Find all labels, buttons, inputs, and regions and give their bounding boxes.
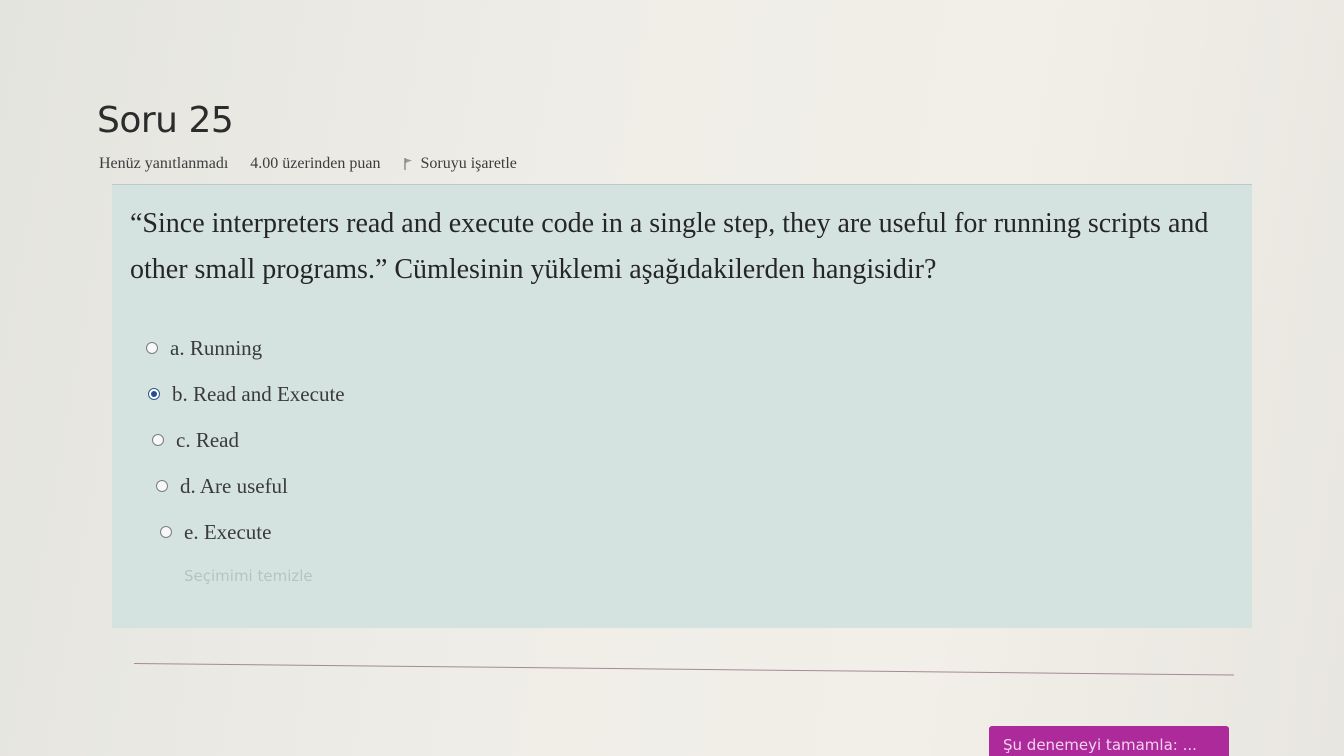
question-state: Henüz yanıtlanmadı (99, 155, 229, 172)
answer-label: e. Execute (184, 519, 272, 544)
answer-option-e[interactable]: e. Execute (160, 509, 345, 555)
answer-option-d[interactable]: d. Are useful (156, 463, 345, 509)
answer-option-a[interactable]: a. Running (146, 325, 345, 371)
radio-button[interactable] (152, 434, 164, 446)
radio-button-selected[interactable] (148, 388, 160, 400)
flag-question-link[interactable]: Soruyu işaretle (404, 155, 517, 173)
radio-button[interactable] (146, 342, 158, 354)
radio-button[interactable] (160, 526, 172, 538)
answer-list: a. Running b. Read and Execute c. Read d… (146, 325, 345, 555)
clear-choice-link[interactable]: Seçimimi temizle (184, 567, 313, 585)
finish-attempt-button[interactable]: Şu denemeyi tamamla: ... (989, 726, 1229, 756)
radio-button[interactable] (156, 480, 168, 492)
question-info: Henüz yanıtlanmadı 4.00 üzerinden puan S… (99, 155, 517, 173)
question-grade: 4.00 üzerinden puan (250, 155, 381, 172)
quiz-page: Soru 25 Henüz yanıtlanmadı 4.00 üzerinde… (0, 0, 1344, 756)
flag-icon (404, 158, 413, 170)
answer-option-c[interactable]: c. Read (152, 417, 345, 463)
flag-question-label: Soruyu işaretle (420, 155, 517, 172)
question-title: Soru 25 (97, 100, 234, 141)
answer-option-b[interactable]: b. Read and Execute (148, 371, 345, 417)
question-content-box: “Since interpreters read and execute cod… (112, 184, 1252, 628)
question-text: “Since interpreters read and execute cod… (130, 208, 1209, 285)
answer-label: d. Are useful (180, 473, 288, 498)
answer-label: a. Running (170, 335, 263, 360)
divider (133, 663, 1234, 676)
answer-label: b. Read and Execute (172, 381, 345, 406)
answer-label: c. Read (176, 427, 239, 452)
